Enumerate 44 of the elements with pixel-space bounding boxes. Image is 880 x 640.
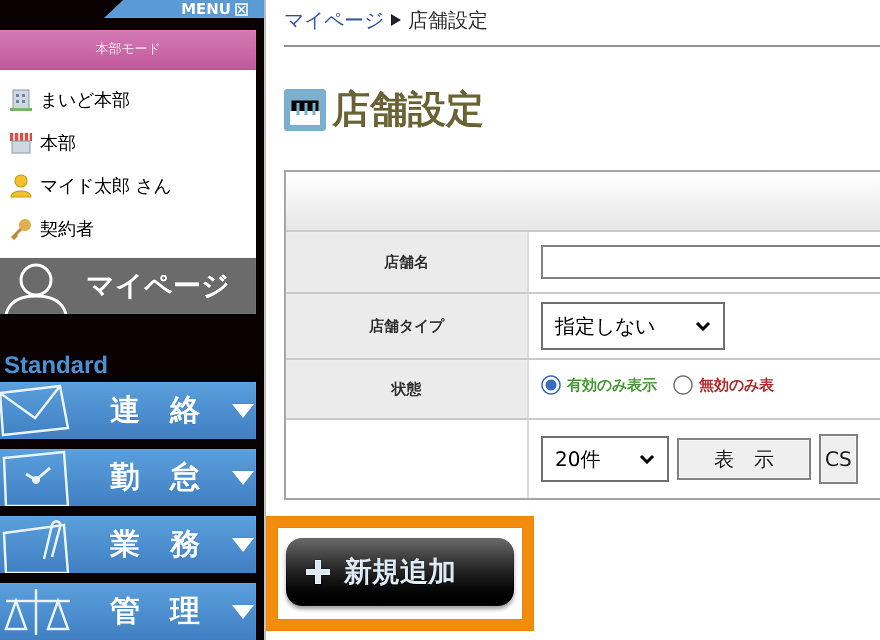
menu-item-label: 管 理: [110, 593, 201, 631]
menu-item[interactable]: 業 務: [0, 516, 256, 573]
mypage-button[interactable]: マイページ: [0, 258, 256, 314]
menu-item[interactable]: 管 理: [0, 583, 256, 640]
user-info-text: 本部: [40, 132, 76, 156]
section-title: Standard: [3, 352, 110, 380]
close-icon: [235, 2, 248, 16]
building-icon: [8, 87, 34, 113]
chevron-down-icon: [639, 454, 655, 464]
field-label: 店舗名: [384, 252, 429, 273]
per-page-select[interactable]: 20件: [541, 436, 669, 482]
radio-button[interactable]: [673, 375, 693, 396]
menu-label: MENU: [181, 2, 231, 16]
user-info-text: マイド太郎 さん: [40, 174, 172, 198]
user-info-text: 契約者: [40, 218, 94, 242]
shop-icon: [8, 130, 34, 156]
field-label: 状態: [392, 378, 422, 400]
radio-button[interactable]: [541, 375, 561, 396]
store-type-select[interactable]: 指定しない: [541, 302, 725, 350]
status-radio-option[interactable]: 有効のみ表示: [541, 374, 657, 396]
arrow-icon: [390, 12, 402, 26]
csv-button[interactable]: CS: [819, 434, 858, 484]
menu-item[interactable]: 連 絡: [0, 382, 256, 439]
user-info-text: まいど本部: [40, 88, 130, 112]
plus-icon: [304, 558, 332, 586]
shop-icon: [284, 88, 326, 130]
person-icon: [8, 173, 34, 199]
field-label: 店舗タイプ: [369, 316, 444, 337]
page-title: 店舗設定: [332, 86, 484, 133]
breadcrumb-link[interactable]: マイページ: [284, 4, 384, 34]
menu-item-label: 連 絡: [110, 392, 201, 430]
add-new-button[interactable]: 新規追加: [286, 538, 514, 606]
chevron-down-icon: [695, 320, 711, 332]
menu-item-label: 勤 怠: [110, 459, 201, 497]
envelope-icon: [0, 382, 72, 438]
key-icon: [8, 216, 34, 242]
show-button[interactable]: 表 示: [677, 438, 811, 480]
status-radio-option[interactable]: 無効のみ表: [673, 374, 774, 396]
store-name-field[interactable]: [541, 245, 880, 279]
mode-header: 本部モード: [0, 30, 256, 70]
breadcrumb-current: 店舗設定: [408, 6, 488, 34]
menu-item[interactable]: 勤 怠: [0, 449, 256, 506]
clock-icon: [0, 450, 72, 506]
menu-item-label: 業 務: [110, 526, 201, 564]
